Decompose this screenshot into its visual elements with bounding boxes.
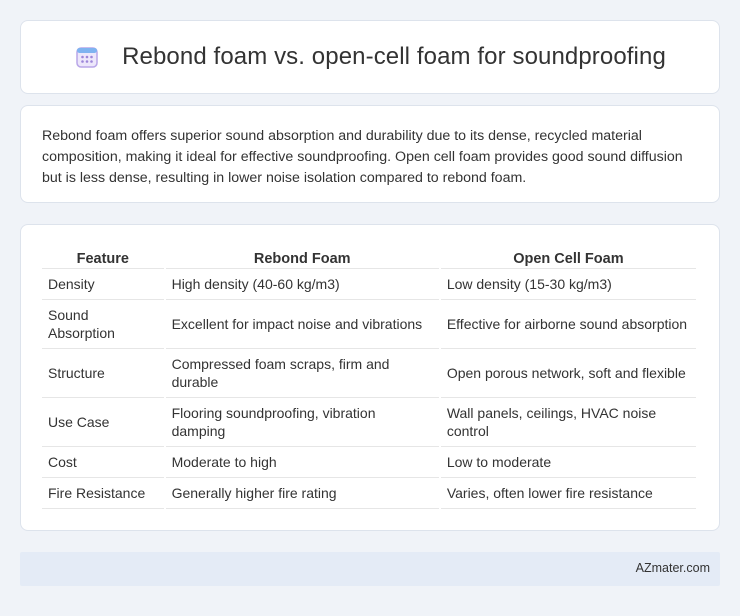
summary-card: Rebond foam offers superior sound absorp… — [20, 105, 720, 203]
rebond-foam-cell: Flooring soundproofing, vibration dampin… — [165, 398, 439, 447]
open-cell-foam-cell: Effective for airborne sound absorption — [440, 300, 696, 349]
feature-cell: Structure — [42, 349, 164, 398]
open-cell-foam-cell: Wall panels, ceilings, HVAC noise contro… — [440, 398, 696, 447]
page-title: Rebond foam vs. open-cell foam for sound… — [122, 43, 666, 70]
open-cell-foam-cell: Open porous network, soft and flexible — [440, 349, 696, 398]
table-row: Cost Moderate to high Low to moderate — [42, 447, 696, 478]
rebond-foam-cell: Moderate to high — [165, 447, 439, 478]
calendar-grid-icon — [74, 44, 100, 70]
comparison-table: Feature Rebond Foam Open Cell Foam Densi… — [40, 245, 698, 509]
summary-text: Rebond foam offers superior sound absorp… — [42, 128, 683, 186]
rebond-foam-cell: Generally higher fire rating — [165, 478, 439, 509]
footer-site-link[interactable]: AZmater.com — [636, 561, 710, 575]
table-row: Fire Resistance Generally higher fire ra… — [42, 478, 696, 509]
title-card: Rebond foam vs. open-cell foam for sound… — [20, 20, 720, 94]
feature-cell: Fire Resistance — [42, 478, 164, 509]
table-header-row: Feature Rebond Foam Open Cell Foam — [42, 245, 696, 269]
column-header-open-cell-foam: Open Cell Foam — [440, 245, 696, 269]
comparison-table-card: Feature Rebond Foam Open Cell Foam Densi… — [20, 224, 720, 531]
footer-bar: AZmater.com — [20, 552, 720, 586]
feature-cell: Use Case — [42, 398, 164, 447]
rebond-foam-cell: Compressed foam scraps, firm and durable — [165, 349, 439, 398]
open-cell-foam-cell: Low density (15-30 kg/m3) — [440, 269, 696, 300]
feature-cell: Cost — [42, 447, 164, 478]
feature-cell: Density — [42, 269, 164, 300]
column-header-feature: Feature — [42, 245, 164, 269]
table-row: Density High density (40-60 kg/m3) Low d… — [42, 269, 696, 300]
feature-cell: Sound Absorption — [42, 300, 164, 349]
column-header-rebond-foam: Rebond Foam — [165, 245, 439, 269]
table-row: Sound Absorption Excellent for impact no… — [42, 300, 696, 349]
open-cell-foam-cell: Low to moderate — [440, 447, 696, 478]
table-row: Use Case Flooring soundproofing, vibrati… — [42, 398, 696, 447]
table-row: Structure Compressed foam scraps, firm a… — [42, 349, 696, 398]
rebond-foam-cell: Excellent for impact noise and vibration… — [165, 300, 439, 349]
rebond-foam-cell: High density (40-60 kg/m3) — [165, 269, 439, 300]
open-cell-foam-cell: Varies, often lower fire resistance — [440, 478, 696, 509]
